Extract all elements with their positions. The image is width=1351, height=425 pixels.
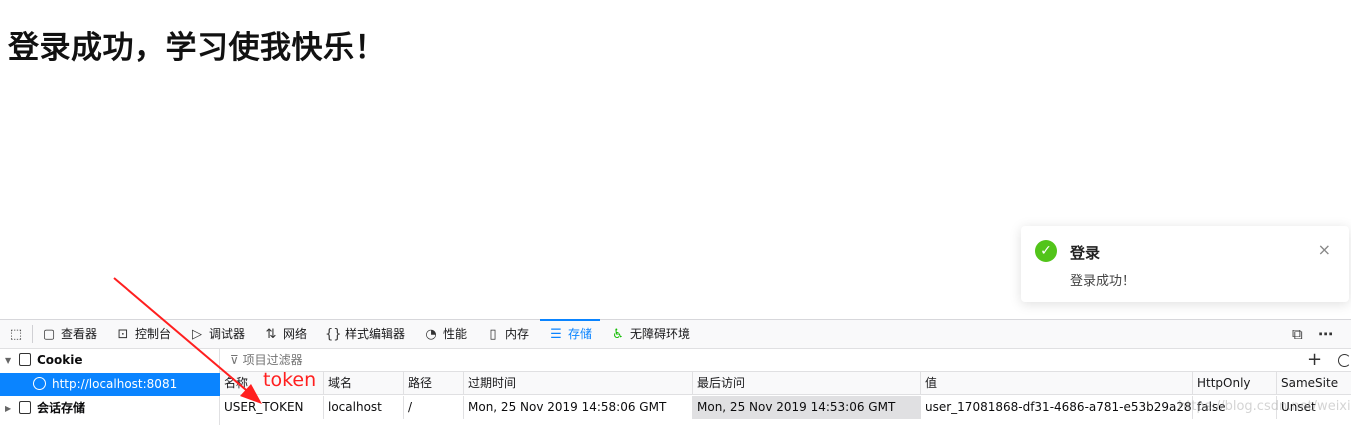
more-options-icon[interactable]: ⋯	[1318, 320, 1333, 348]
refresh-icon[interactable]	[1338, 354, 1351, 367]
page-heading: 登录成功，学习使我快乐！	[8, 30, 386, 66]
tab-performance[interactable]: ◔ 性能	[423, 320, 467, 348]
toolbar-divider	[32, 325, 33, 343]
dock-icon[interactable]: ⧉	[1292, 320, 1303, 348]
tree-item-session-storage[interactable]: ▶ 会话存储	[0, 397, 220, 420]
cell-expires[interactable]: Mon, 25 Nov 2019 14:58:06 GMT	[463, 396, 692, 419]
tree-item-cookie[interactable]: ▼ Cookie	[0, 349, 220, 372]
column-header-path[interactable]: 路径	[403, 372, 463, 395]
column-header-domain[interactable]: 域名	[323, 372, 403, 395]
column-header-httponly[interactable]: HttpOnly	[1192, 372, 1276, 395]
cell-domain[interactable]: localhost	[323, 396, 403, 419]
inspector-icon: ▢	[42, 327, 56, 342]
memory-icon: ▯	[489, 327, 497, 342]
filter-input[interactable]: ⊽ 项目过滤器	[230, 349, 303, 371]
style-editor-icon: {}	[325, 327, 342, 342]
debugger-icon: ▷	[192, 327, 202, 342]
globe-icon	[33, 377, 46, 390]
cell-last-accessed[interactable]: Mon, 25 Nov 2019 14:53:06 GMT	[692, 396, 920, 419]
console-icon: ⊡	[117, 327, 129, 342]
filter-bar: ⊽ 项目过滤器 +	[220, 349, 1351, 372]
column-header-samesite[interactable]: SameSite	[1276, 372, 1351, 395]
tab-debugger[interactable]: ▷ 调试器	[189, 320, 245, 348]
tab-inspector[interactable]: ▢ 查看器	[41, 320, 97, 348]
storage-icon: ☰	[550, 327, 562, 342]
network-icon: ⇅	[265, 327, 277, 342]
tab-network[interactable]: ⇅ 网络	[263, 320, 307, 348]
notification-message: 登录成功！	[1070, 274, 1136, 289]
storage-icon	[19, 353, 31, 366]
column-header-last-accessed[interactable]: 最后访问	[692, 372, 920, 395]
filter-icon: ⊽	[230, 353, 243, 367]
login-notification: ✓ 登录 登录成功！ ×	[1021, 226, 1349, 302]
tab-storage[interactable]: ☰ 存储	[539, 319, 601, 348]
tab-accessibility[interactable]: ♿ 无障碍环境	[610, 320, 690, 348]
performance-icon: ◔	[425, 327, 437, 342]
tree-item-localhost[interactable]: http://localhost:8081	[0, 373, 220, 396]
tab-console[interactable]: ⊡ 控制台	[115, 320, 171, 348]
close-icon[interactable]: ×	[1318, 242, 1331, 258]
devtools-toolbar: ⬚ ▢ 查看器 ⊡ 控制台 ▷ 调试器 ⇅ 网络 {} 样式编辑器 ◔ 性能 ▯ 内存 ☰ 存储…	[0, 319, 1351, 349]
cell-name[interactable]: USER_TOKEN	[220, 396, 323, 419]
accessibility-icon: ♿	[612, 327, 624, 342]
devtools-panel: ⬚ ▢ 查看器 ⊡ 控制台 ▷ 调试器 ⇅ 网络 {} 样式编辑器 ◔ 性能 ▯ 内存 ☰ 存储…	[0, 319, 1351, 425]
column-header-value[interactable]: 值	[920, 372, 1192, 395]
cell-value[interactable]: user_17081868-df31-4686-a781-e53b29a287b…	[920, 396, 1192, 419]
storage-tree: ▼ Cookie http://localhost:8081 ▶ 会话存储	[0, 349, 220, 425]
column-header-expires[interactable]: 过期时间	[463, 372, 692, 395]
check-circle-icon: ✓	[1035, 240, 1057, 262]
chevron-right-icon: ▶	[5, 404, 12, 413]
notification-title: 登录	[1070, 244, 1101, 262]
chevron-down-icon: ▼	[5, 356, 12, 365]
element-picker-icon[interactable]: ⬚	[8, 320, 28, 348]
cell-path[interactable]: /	[403, 396, 463, 419]
annotation-label: token	[263, 369, 317, 391]
storage-icon	[19, 401, 31, 414]
tab-style-editor[interactable]: {} 样式编辑器	[325, 320, 405, 348]
watermark: https://blog.csdn.net/weixin_43651403	[1178, 399, 1351, 414]
tab-memory[interactable]: ▯ 内存	[485, 320, 529, 348]
add-item-icon[interactable]: +	[1307, 349, 1322, 371]
